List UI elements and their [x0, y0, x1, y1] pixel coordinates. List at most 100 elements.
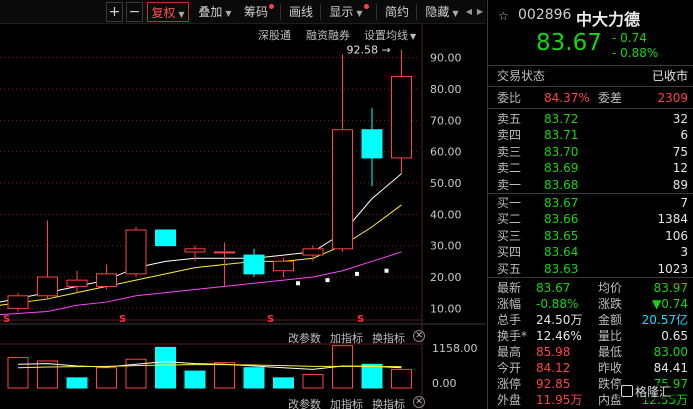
stat-label: 换手* [497, 329, 528, 343]
kline-chart[interactable]: 90.00 80.00 70.00 60.00 50.00 40.00 30.00 20.00… [0, 24, 486, 409]
candle-body [37, 276, 58, 297]
ask-volume: 12 [672, 161, 688, 176]
volume-bar [361, 363, 383, 389]
price-tick-label: 70.00 [430, 114, 462, 127]
candle-body [391, 75, 412, 159]
stat-value: 84.41 [653, 361, 688, 375]
bid-row: 买二 83.66 1384 [488, 211, 693, 227]
fuquan-button[interactable]: 复权 ▼ [147, 2, 189, 22]
price-tick-label: 10.00 [430, 302, 462, 315]
ma20-line [0, 251, 402, 316]
ask-price: 83.72 [544, 112, 579, 126]
jiazhibiao-link[interactable]: 加指标 [330, 330, 363, 346]
toolbar-divider [280, 4, 281, 20]
chevron-down-icon: ▼ [225, 9, 232, 18]
bid-volume: 1023 [657, 261, 688, 276]
xianshi-button[interactable]: 显示 ▼ [326, 2, 372, 22]
stat-value: 24.50万 [536, 313, 583, 327]
bid-volume: 3 [680, 245, 688, 260]
diejia-button[interactable]: 叠加 ▼ [194, 2, 236, 22]
stock-code: 002896 [518, 7, 572, 23]
close-indicator-icon[interactable]: ✕ [413, 396, 425, 408]
ask-row: 卖四 83.71 6 [488, 127, 693, 143]
gaicanshu-link[interactable]: 改参数 [288, 330, 321, 346]
yincang-button[interactable]: 隐藏 ▼ [421, 2, 463, 22]
candle-body [155, 229, 176, 247]
watermark-logo: 格隆汇 [618, 383, 675, 400]
jianyue-button[interactable]: 简约 [382, 2, 412, 22]
bid-volume: 106 [665, 228, 688, 243]
volume-tick-label: 1158.00 [432, 342, 478, 355]
chouma-label: 筹码 [243, 5, 268, 19]
ask-volume: 75 [672, 144, 688, 159]
stat-label: 最高 [497, 345, 522, 359]
status-label: 交易状态 [497, 69, 546, 83]
zoom-out-button[interactable]: − [126, 2, 143, 22]
volume-bar [273, 377, 294, 389]
stat-label: 昨收 [598, 361, 623, 375]
xianshi-label: 显示 [329, 5, 354, 19]
quote-panel: ☆ 002896 中大力德 83.67 - 0.74 - 0.88% 交易状态 … [487, 0, 693, 409]
volume-bar [7, 357, 29, 389]
s-signal-marker: S [267, 314, 274, 325]
candle-body [184, 248, 206, 253]
stat-row: 最高 85.98 最低 83.00 [488, 344, 693, 360]
bid-label: 买五 [497, 261, 522, 276]
candle-body [273, 260, 294, 272]
stat-value: 20.57亿 [641, 313, 688, 327]
ask-label: 卖四 [497, 128, 522, 143]
bid-label: 买四 [497, 245, 522, 260]
stat-row: 今开 84.12 昨收 84.41 [488, 360, 693, 376]
bid-price: 83.67 [544, 196, 579, 210]
chart-toolbar: + − 复权 ▼ 叠加 ▼ 筹码 画线 显示 ▼ 简约 隐藏 ▼ ◀ ▶ [0, 0, 486, 24]
stat-label: 量比 [598, 329, 623, 343]
jiazhibiao-link-2[interactable]: 加指标 [330, 396, 363, 409]
scroll-right-icon[interactable]: ▶ [475, 2, 485, 22]
bid-price: 83.63 [544, 261, 579, 276]
price-tick-label: 40.00 [430, 208, 462, 221]
stat-value: 83.97 [653, 281, 688, 295]
stock-name: 中大力德 [576, 10, 641, 29]
ask-row: 卖五 83.72 32 [488, 111, 693, 127]
chouma-button[interactable]: 筹码 [242, 2, 276, 22]
price-change-pct: - 0.88% [612, 46, 659, 60]
price-tick-label: 50.00 [430, 177, 462, 190]
huaxian-button[interactable]: 画线 [286, 2, 316, 22]
toolbar-divider [376, 4, 377, 20]
price-tick-label: 30.00 [430, 240, 462, 253]
bid-volume: 1384 [657, 212, 688, 227]
chevron-down-icon: ▼ [178, 10, 185, 19]
bid-volume: 7 [680, 196, 688, 210]
stat-value: 83.67 [536, 281, 571, 295]
zoom-in-button[interactable]: + [106, 2, 123, 22]
divider [488, 65, 693, 66]
scroll-left-icon[interactable]: ◀ [464, 2, 474, 22]
watermark-logo-icon [621, 385, 633, 397]
ask-volume: 32 [672, 112, 688, 126]
ask-label: 卖五 [497, 112, 522, 126]
ask-row: 卖一 83.68 89 [488, 177, 693, 193]
close-indicator-icon[interactable]: ✕ [413, 330, 425, 342]
ask-price: 83.71 [544, 128, 579, 143]
diejia-label: 叠加 [198, 5, 223, 19]
stat-label: 外盘 [497, 393, 522, 407]
watchlist-star-icon[interactable]: ☆ [498, 9, 509, 23]
volume-bar [391, 368, 412, 389]
volume-tick-label: 0.00 [432, 377, 457, 390]
volume-bar [96, 367, 117, 389]
ask-row: 卖二 83.69 12 [488, 160, 693, 176]
huanzhibiao-link[interactable]: 换指标 [372, 330, 405, 346]
price-change: - 0.74 [612, 31, 647, 45]
ma60-marker [355, 271, 359, 276]
chart-grid [0, 24, 423, 409]
huanzhibiao-link-2[interactable]: 换指标 [372, 396, 405, 409]
stat-value: 11.95万 [536, 393, 583, 407]
candle-body [66, 279, 88, 287]
chevron-down-icon: ▼ [452, 9, 459, 18]
s-signal-marker: S [3, 314, 10, 325]
stat-value: 12.46% [536, 329, 582, 343]
gaicanshu-link-2[interactable]: 改参数 [288, 396, 321, 409]
stat-label: 总手 [497, 313, 522, 327]
divider [488, 193, 693, 194]
volume-bar [66, 377, 88, 389]
